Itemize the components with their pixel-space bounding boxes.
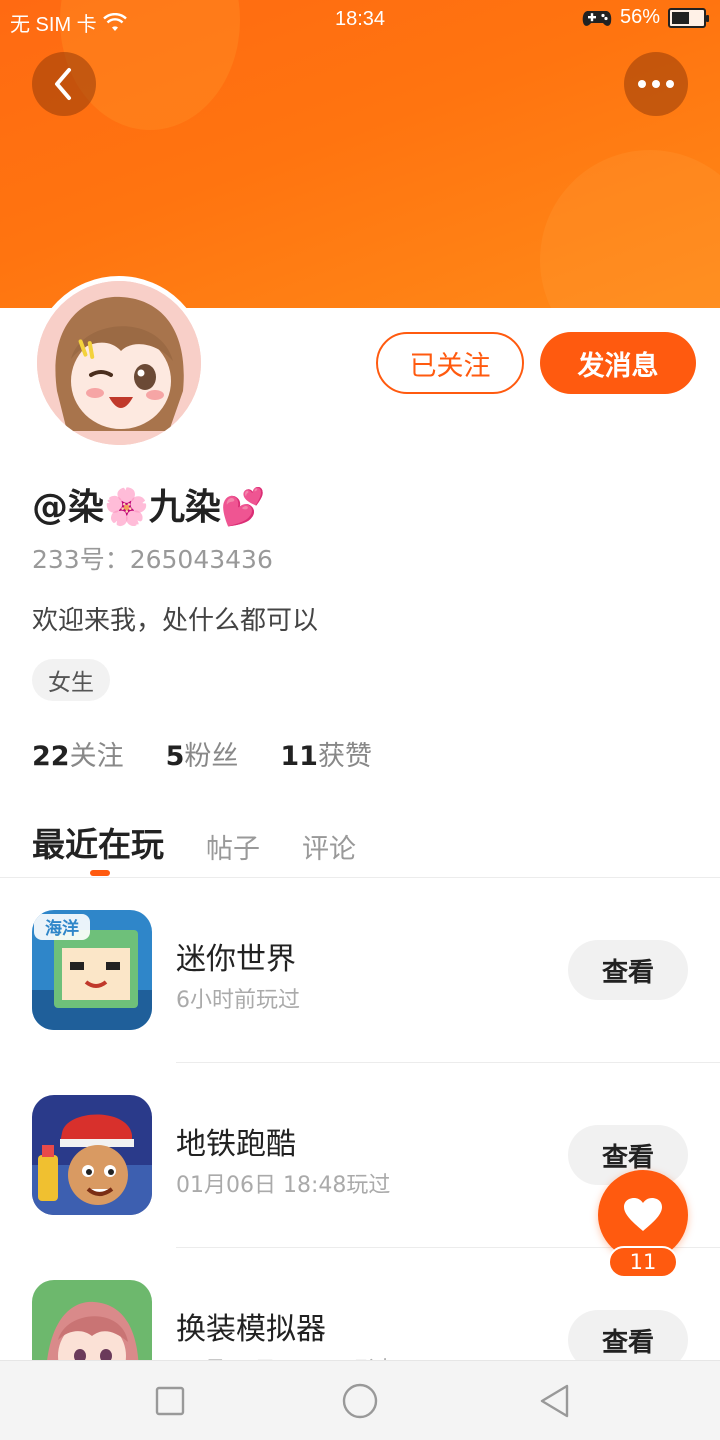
square-icon: [155, 1386, 185, 1416]
divider: [176, 1062, 720, 1063]
recent-apps-button[interactable]: [148, 1379, 192, 1423]
back-nav-button[interactable]: [532, 1379, 576, 1423]
stat-label: 关注: [69, 741, 124, 772]
like-count-badge: 11: [608, 1246, 678, 1278]
home-button[interactable]: [338, 1379, 382, 1423]
game-icon-mini-world: 海洋: [32, 910, 152, 1030]
bio-text: 欢迎来我，处什么都可以: [32, 606, 319, 636]
stat-label: 获赞: [317, 741, 372, 772]
profile-banner: 无 SIM 卡 18:34 56%: [0, 0, 720, 308]
stat-label: 粉丝: [184, 741, 239, 772]
last-played-time: 6小时前玩过: [176, 988, 300, 1013]
stat-likes[interactable]: 11获赞: [280, 734, 372, 773]
more-button[interactable]: [624, 52, 688, 116]
stats-row: 22关注 5粉丝 11获赞: [32, 734, 372, 773]
stat-number: 11: [280, 741, 318, 772]
back-button[interactable]: [32, 52, 96, 116]
avatar-image: [37, 281, 201, 445]
stat-number: 5: [165, 741, 185, 772]
chevron-left-icon: [55, 68, 71, 100]
game-icon-subway-surfers: [32, 1095, 152, 1215]
list-item[interactable]: 海洋 迷你世界 6小时前玩过 查看: [0, 910, 720, 1095]
banner-decoration: [540, 150, 720, 308]
battery-percent: 56%: [619, 6, 660, 28]
tab-posts[interactable]: 帖子: [206, 821, 260, 866]
stat-number: 22: [32, 741, 70, 772]
user-id: 233号：265043436: [32, 545, 273, 574]
send-message-button[interactable]: 发消息: [540, 332, 696, 394]
game-name: 迷你世界: [176, 942, 296, 977]
avatar[interactable]: [32, 276, 206, 450]
game-icon-label: 海洋: [45, 918, 79, 939]
circle-icon: [342, 1383, 378, 1419]
username: @染🌸九染💕: [32, 487, 266, 528]
battery-icon: [668, 7, 709, 28]
divider: [0, 877, 720, 878]
battery-fill: [672, 11, 689, 24]
view-button[interactable]: 查看: [568, 940, 688, 1000]
more-dots-icon: [638, 80, 674, 88]
stat-following[interactable]: 22关注: [32, 734, 124, 773]
following-button[interactable]: 已关注: [376, 332, 524, 394]
game-name: 地铁跑酷: [176, 1127, 296, 1162]
status-bar: 无 SIM 卡 18:34 56%: [0, 0, 720, 40]
stat-fans[interactable]: 5粉丝: [166, 734, 239, 773]
triangle-back-icon: [540, 1384, 569, 1418]
tab-comments[interactable]: 评论: [302, 821, 356, 866]
heart-icon: [624, 1198, 662, 1231]
system-nav-bar: [0, 1360, 720, 1440]
profile-tabs: 最近在玩 帖子 评论: [32, 812, 398, 866]
gender-tag: 女生: [32, 659, 110, 701]
active-tab-indicator: [90, 870, 110, 876]
game-name: 换装模拟器: [176, 1312, 326, 1347]
tab-recently-played[interactable]: 最近在玩: [32, 812, 164, 866]
last-played-time: 01月06日 18:48玩过: [176, 1173, 391, 1198]
gamepad-icon: [582, 10, 612, 26]
